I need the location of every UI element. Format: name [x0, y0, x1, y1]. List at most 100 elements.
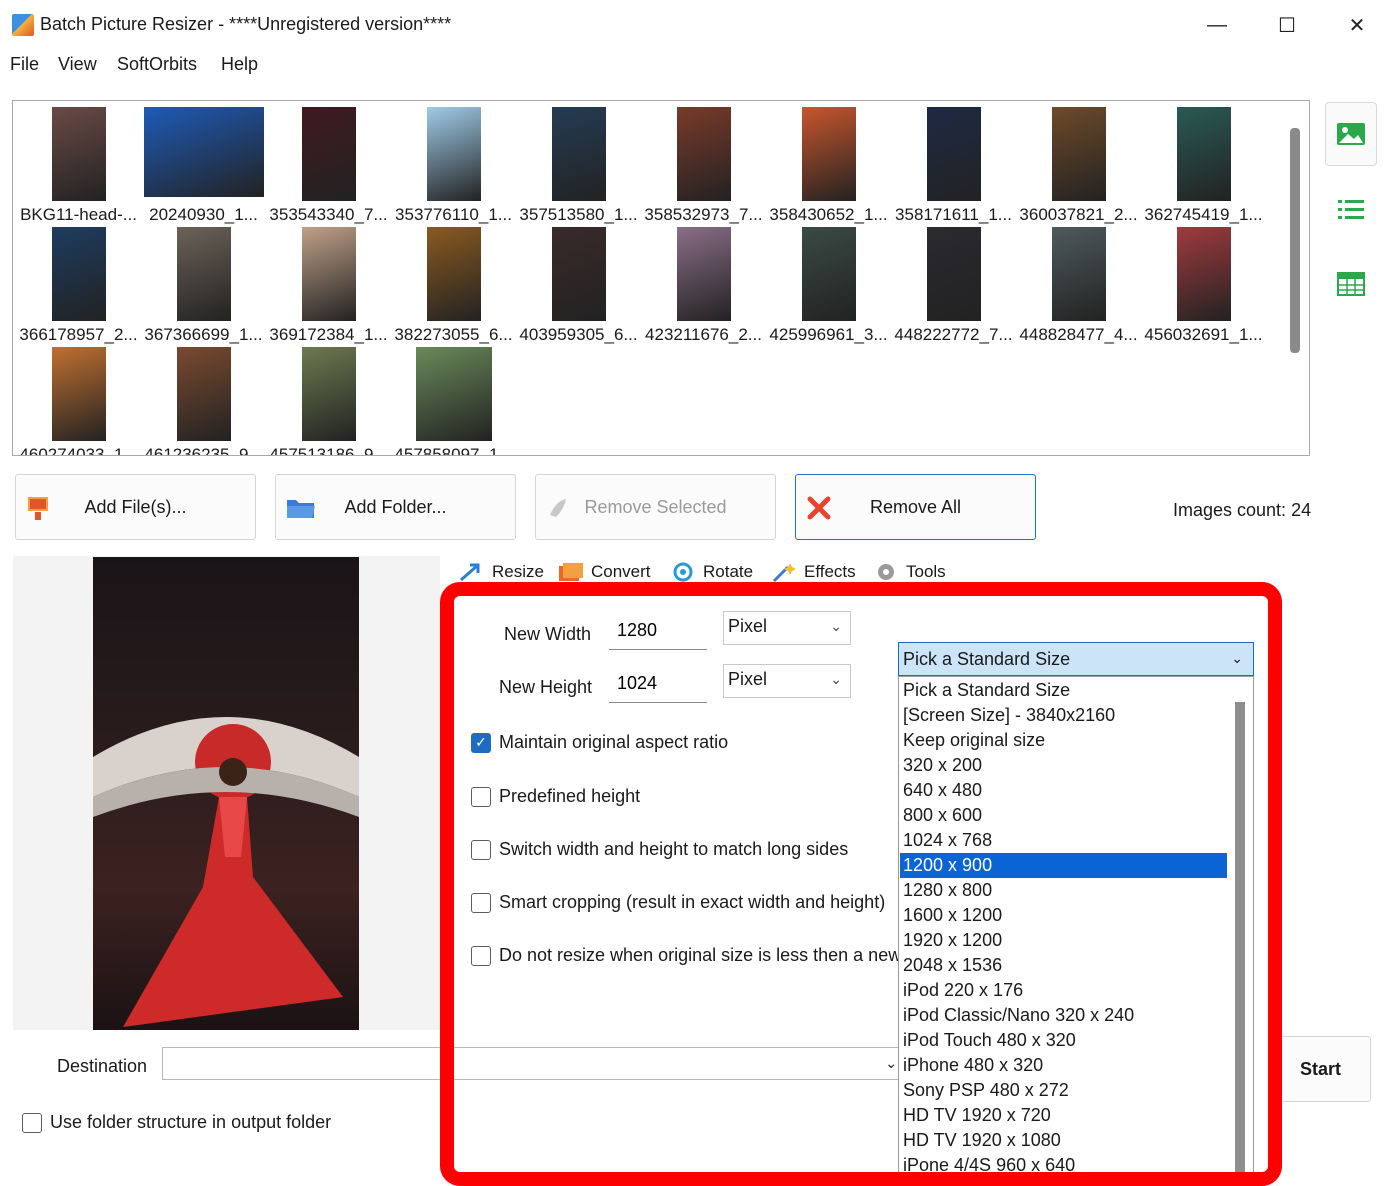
remove-all-button[interactable]: Remove All	[795, 474, 1036, 540]
standard-size-option[interactable]: 1920 x 1200	[900, 928, 1227, 953]
standard-size-option[interactable]: iPod 220 x 176	[900, 978, 1227, 1003]
chevron-down-icon: ⌄	[830, 618, 842, 634]
start-button[interactable]: Start	[1270, 1036, 1371, 1102]
image-list-scrollbar[interactable]	[1290, 128, 1300, 353]
tab-tools[interactable]: Tools	[872, 557, 946, 587]
standard-size-option[interactable]: 1280 x 800	[900, 878, 1227, 903]
standard-size-option[interactable]: HD TV 1920 x 720	[900, 1103, 1227, 1128]
standard-size-list[interactable]: Pick a Standard Size [Screen Size] - 3840…	[898, 676, 1254, 1176]
thumbnail-caption: 461236235_9...	[144, 445, 263, 456]
tab-effects-label: Effects	[804, 562, 856, 581]
tab-resize[interactable]: Resize	[458, 557, 544, 587]
thumbnail-item[interactable]: 358532973_7...	[641, 103, 766, 224]
destination-input[interactable]: ⌄	[162, 1047, 902, 1080]
standard-size-option[interactable]: 640 x 480	[900, 778, 1227, 803]
height-unit-select[interactable]: Pixel ⌄	[723, 664, 851, 698]
thumbnail-item[interactable]: 358171611_1...	[891, 103, 1016, 224]
thumbnail-caption: 353776110_1...	[395, 205, 512, 224]
standard-size-option[interactable]: Keep original size	[900, 728, 1227, 753]
thumbnail-item[interactable]: 457858097_1...	[391, 343, 516, 455]
thumbnail-image	[301, 227, 356, 321]
standard-size-option[interactable]: iPod Touch 480 x 320	[900, 1028, 1227, 1053]
table-view-button[interactable]	[1325, 252, 1377, 316]
thumbnail-image	[176, 227, 231, 321]
chevron-down-icon[interactable]: ⌄	[885, 1055, 897, 1072]
thumbnail-item[interactable]: BKG11-head-...	[16, 103, 141, 224]
app-icon	[12, 14, 34, 36]
thumbnail-item[interactable]: 456032691_1...	[1141, 223, 1266, 344]
thumbnail-item[interactable]: 353776110_1...	[391, 103, 516, 224]
thumbnail-item[interactable]: 425996961_3...	[766, 223, 891, 344]
standard-size-option[interactable]: Sony PSP 480 x 272	[900, 1078, 1227, 1103]
checkbox-icon[interactable]	[471, 945, 491, 966]
thumbnail-item[interactable]: 358430652_1...	[766, 103, 891, 224]
close-icon[interactable]: ✕	[1334, 8, 1380, 42]
thumbnail-item[interactable]: 357513580_1...	[516, 103, 641, 224]
predefined-height-checkbox[interactable]: Predefined height	[471, 786, 640, 807]
image-list[interactable]: BKG11-head-... 20240930_1... 353543340_7..…	[12, 100, 1310, 456]
checkbox-checked-icon[interactable]: ✓	[471, 732, 491, 753]
thumbnail-item[interactable]: 423211676_2...	[641, 223, 766, 344]
maintain-aspect-checkbox[interactable]: ✓ Maintain original aspect ratio	[471, 732, 728, 753]
new-width-input[interactable]	[609, 612, 707, 650]
thumbnail-item[interactable]: 448222772_7...	[891, 223, 1016, 344]
thumbnail-item[interactable]: 367366699_1...	[141, 223, 266, 344]
thumbnail-item[interactable]: 461236235_9...	[141, 343, 266, 456]
standard-size-option[interactable]: 320 x 200	[900, 753, 1227, 778]
menu-view[interactable]: View	[58, 54, 97, 75]
minimize-icon[interactable]: —	[1194, 8, 1240, 42]
standard-size-option[interactable]: 2048 x 1536	[900, 953, 1227, 978]
tab-rotate[interactable]: Rotate	[669, 557, 753, 587]
thumbnail-item[interactable]: 20240930_1...	[141, 103, 266, 224]
gear-icon	[878, 564, 894, 580]
thumbnail-item[interactable]: 353543340_7...	[266, 103, 391, 224]
standard-size-option[interactable]: 1200 x 900	[900, 853, 1227, 878]
title-bar: Batch Picture Resizer - ****Unregistered…	[0, 0, 1397, 50]
standard-size-option[interactable]: 800 x 600	[900, 803, 1227, 828]
standard-size-list-scrollbar[interactable]	[1235, 702, 1245, 1176]
checkbox-icon[interactable]	[471, 892, 491, 913]
no-upscale-checkbox[interactable]: Do not resize when original size is less…	[471, 945, 898, 966]
thumbnail-item[interactable]: 460274033_1...	[16, 343, 141, 455]
standard-size-option[interactable]: 1600 x 1200	[900, 903, 1227, 928]
checkbox-icon[interactable]	[471, 839, 491, 860]
remove-selected-button[interactable]: Remove Selected	[535, 474, 776, 540]
add-folder-button[interactable]: Add Folder...	[275, 474, 516, 540]
tab-convert[interactable]: Convert	[557, 557, 651, 587]
thumbnail-view-button[interactable]	[1325, 102, 1377, 166]
thumbnail-item[interactable]: 360037821_2...	[1016, 103, 1141, 224]
switch-sides-checkbox[interactable]: Switch width and height to match long si…	[471, 839, 848, 860]
standard-size-option[interactable]: iPone 4/4S 960 x 640	[900, 1153, 1227, 1175]
standard-size-select[interactable]: Pick a Standard Size ⌄	[898, 642, 1254, 676]
smart-cropping-checkbox[interactable]: Smart cropping (result in exact width an…	[471, 892, 885, 913]
add-files-button[interactable]: Add File(s)...	[15, 474, 256, 540]
thumbnail-item[interactable]: 366178957_2...	[16, 223, 141, 344]
thumbnail-item[interactable]: 457513186_9...	[266, 343, 391, 455]
menu-softorbits[interactable]: SoftOrbits	[117, 54, 197, 75]
thumbnail-item[interactable]: 382273055_6...	[391, 223, 516, 344]
standard-size-option[interactable]: HD TV 1920 x 1080	[900, 1128, 1227, 1153]
menu-file[interactable]: File	[10, 54, 39, 75]
new-height-input[interactable]	[609, 665, 707, 703]
maximize-icon[interactable]: ☐	[1264, 8, 1310, 42]
remove-all-label: Remove All	[869, 497, 962, 517]
tab-effects[interactable]: Effects	[770, 557, 856, 587]
standard-size-option[interactable]: iPhone 480 x 320	[900, 1053, 1227, 1078]
thumbnail-item[interactable]: 403959305_6...	[516, 223, 641, 344]
thumbnail-item[interactable]: 448828477_4...	[1016, 223, 1141, 344]
standard-size-option[interactable]: 1024 x 768	[900, 828, 1227, 853]
thumbnail-caption: 353543340_7...	[269, 205, 388, 224]
checkbox-icon[interactable]	[471, 786, 491, 807]
standard-size-option[interactable]: Pick a Standard Size	[900, 678, 1227, 703]
thumbnail-item[interactable]: 369172384_1...	[266, 223, 391, 344]
checkbox-icon[interactable]	[22, 1112, 42, 1133]
standard-size-option[interactable]: iPod Classic/Nano 320 x 240	[900, 1003, 1227, 1028]
menu-help[interactable]: Help	[221, 54, 258, 75]
list-icon	[1338, 200, 1364, 219]
thumbnail-item[interactable]: 362745419_1...	[1141, 103, 1266, 224]
thumbnail-caption: 448828477_4...	[1019, 325, 1138, 344]
folder-structure-checkbox[interactable]: Use folder structure in output folder	[22, 1112, 331, 1133]
list-view-button[interactable]	[1325, 178, 1377, 242]
standard-size-option[interactable]: [Screen Size] - 3840x2160	[900, 703, 1227, 728]
width-unit-select[interactable]: Pixel ⌄	[723, 611, 851, 645]
